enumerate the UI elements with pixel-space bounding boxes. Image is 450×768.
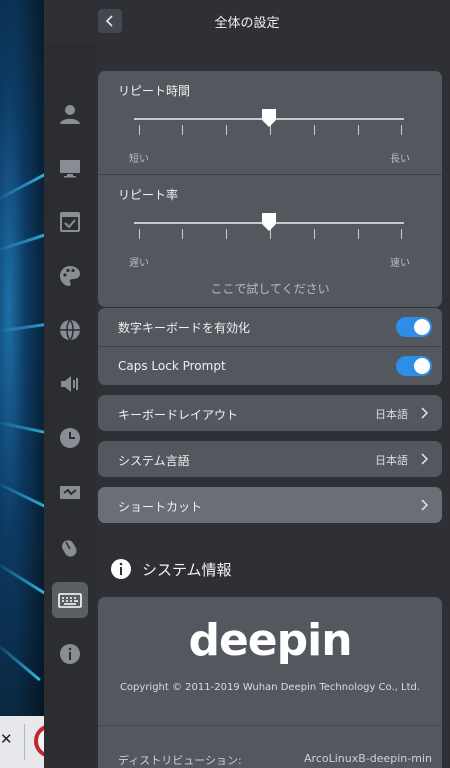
info-icon [111, 559, 131, 579]
network-icon [60, 319, 80, 341]
repeat-rate-title: リピート率 [118, 188, 179, 202]
sidebar-item-account[interactable] [52, 96, 88, 132]
sidebar-item-system-info[interactable] [52, 636, 88, 672]
divider [98, 725, 442, 726]
deepin-logo: deepin [188, 615, 352, 666]
keyboard-icon [58, 593, 82, 608]
page-title: 全体の設定 [214, 16, 280, 31]
chevron-right-icon [421, 407, 428, 419]
chevron-right-icon [421, 499, 428, 511]
numlock-toggle[interactable] [396, 317, 432, 337]
chevron-right-icon [421, 453, 428, 465]
display-icon [60, 160, 80, 178]
sidebar-item-keyboard[interactable] [52, 582, 88, 618]
numlock-label: 数字キーボードを有効化 [118, 321, 251, 335]
settings-content: リピート時間 短い 長い リピート率 遅い 速い ここで試してください 数字キー… [98, 42, 442, 768]
system-info-card: deepin Copyright © 2011-2019 Wuhan Deepi… [98, 597, 442, 768]
sidebar-item-datetime[interactable] [52, 420, 88, 456]
divider [98, 174, 442, 175]
repeat-rate-max-label: 速い [390, 258, 410, 269]
capslock-label: Caps Lock Prompt [118, 359, 226, 373]
system-language-value: 日本語 [375, 454, 408, 467]
keyboard-repeat-card: リピート時間 短い 長い リピート率 遅い 速い ここで試してください [98, 71, 442, 307]
keyboard-toggles-card: 数字キーボードを有効化 Caps Lock Prompt [98, 308, 442, 385]
repeat-delay-max-label: 長い [390, 154, 410, 165]
system-info-icon [60, 644, 80, 664]
repeat-rate-min-label: 遅い [129, 258, 149, 269]
desktop-wallpaper [0, 0, 44, 768]
sidebar-item-display[interactable] [52, 150, 88, 186]
sidebar-item-personalization[interactable] [52, 258, 88, 294]
datetime-icon [60, 428, 80, 448]
control-center-panel: 全体の設定 リピート時間 短い 長い リピート率 遅い 速い ここで試してくださ… [44, 0, 450, 768]
repeat-delay-thumb[interactable] [262, 109, 276, 127]
sidebar-item-sound[interactable] [52, 366, 88, 402]
distribution-value: ArcoLinuxB-deepin-min [304, 752, 432, 765]
account-icon [60, 105, 80, 124]
keyboard-layout-row[interactable]: キーボードレイアウト 日本語 [98, 395, 442, 431]
mouse-icon [62, 540, 77, 557]
system-language-row[interactable]: システム言語 日本語 [98, 441, 442, 477]
repeat-test-area[interactable]: ここで試してください [98, 280, 442, 297]
shortcuts-row[interactable]: ショートカット [98, 487, 442, 523]
sidebar-item-power[interactable] [52, 474, 88, 510]
sidebar-item-mouse[interactable] [52, 528, 88, 564]
sound-icon [61, 376, 78, 392]
close-icon[interactable]: ✕ [0, 730, 13, 748]
header: 全体の設定 [44, 0, 450, 42]
personalization-icon [60, 266, 80, 286]
default-apps-icon [60, 212, 80, 232]
system-info-title: システム情報 [142, 560, 232, 579]
copyright-text: Copyright © 2011-2019 Wuhan Deepin Techn… [119, 682, 421, 693]
keyboard-layout-value: 日本語 [375, 408, 408, 421]
sidebar-item-default-apps[interactable] [52, 204, 88, 240]
repeat-rate-thumb[interactable] [262, 213, 276, 231]
dock-separator [24, 724, 25, 760]
capslock-toggle[interactable] [396, 356, 432, 376]
sidebar [44, 42, 96, 768]
power-icon [60, 486, 80, 499]
distribution-label: ディストリビューション: [118, 754, 242, 767]
shortcuts-label: ショートカット [118, 500, 203, 514]
repeat-delay-min-label: 短い [129, 154, 149, 165]
divider [98, 346, 442, 347]
system-language-label: システム言語 [118, 454, 190, 468]
sidebar-item-network[interactable] [52, 312, 88, 348]
system-info-heading: システム情報 [110, 558, 232, 580]
repeat-delay-title: リピート時間 [118, 84, 191, 98]
keyboard-layout-label: キーボードレイアウト [118, 408, 239, 422]
